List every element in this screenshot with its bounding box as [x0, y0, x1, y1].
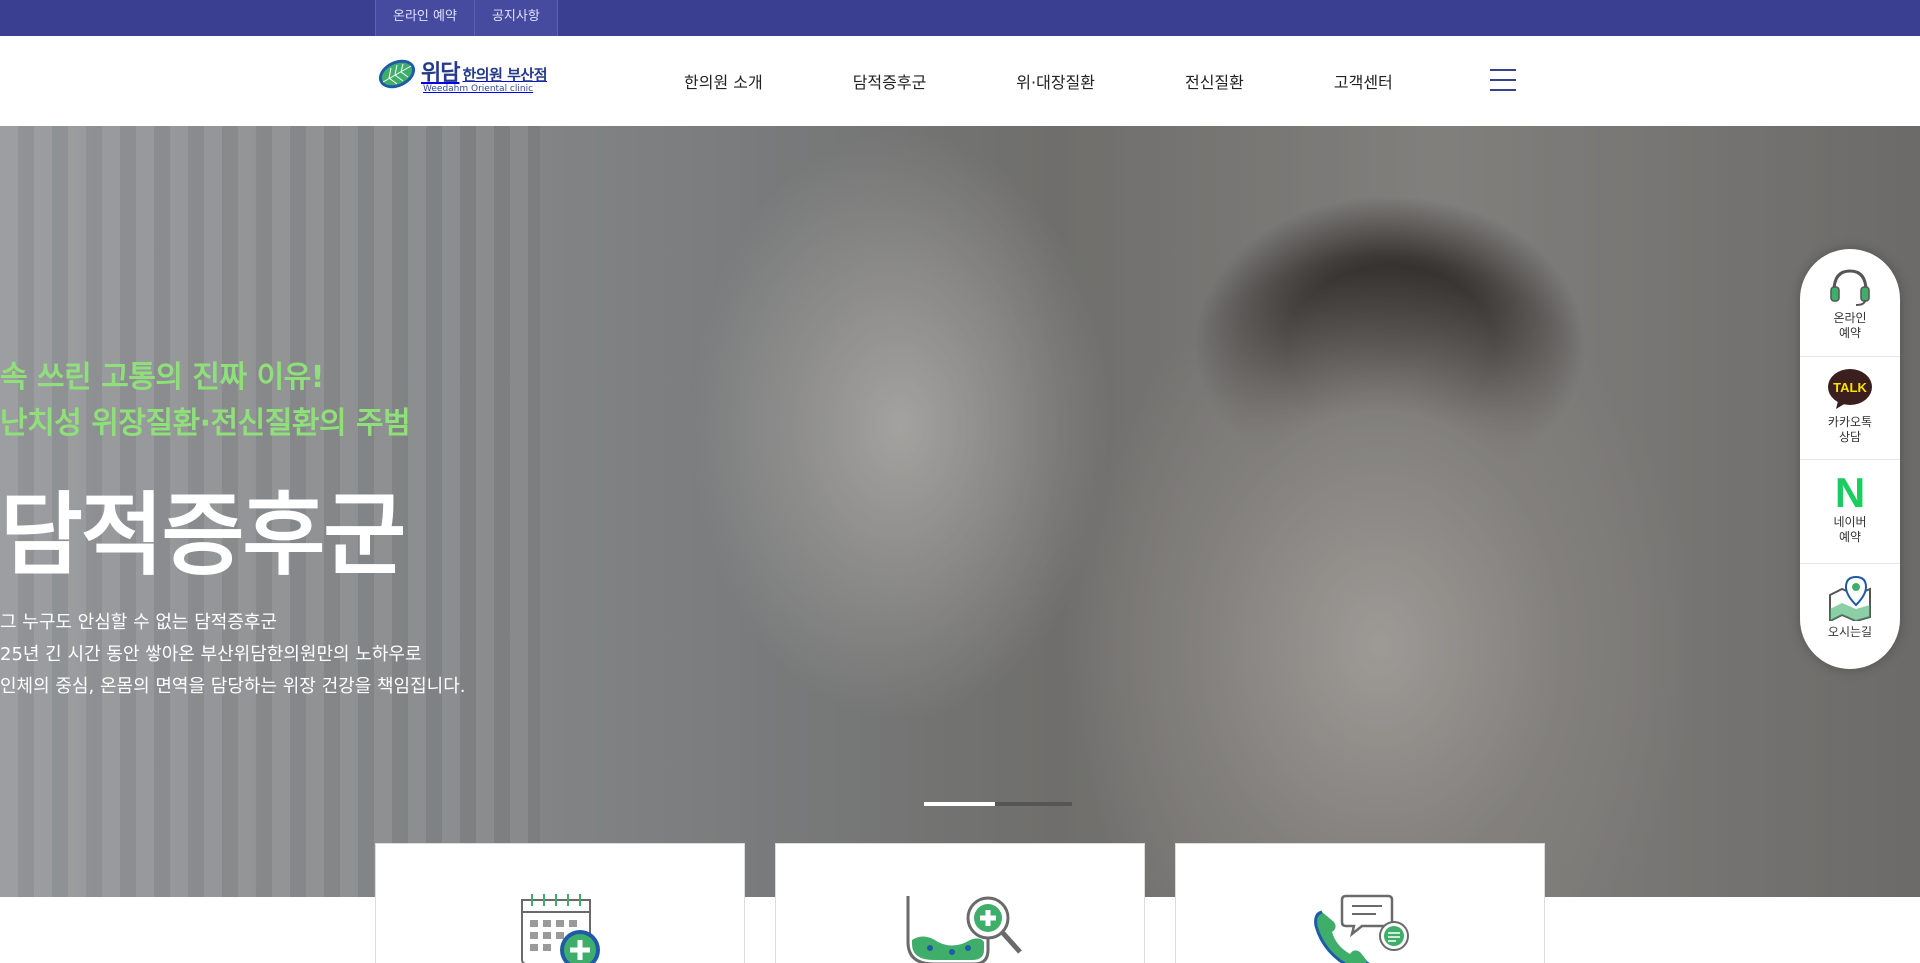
hero-headline: 담적증후군 [0, 483, 406, 588]
hero-description-2: 25년 긴 시간 동안 쌓아온 부산위담한의원만의 노하우로 [0, 644, 422, 665]
quick-naver-label-1: 네이버 [1833, 515, 1867, 529]
quick-menu: 온라인 예약 TALK 카카오톡 상담 N 네이버 예약 오시는길 [1800, 249, 1900, 669]
nav-item-clinic-intro[interactable]: 한의원 소개 [684, 69, 763, 93]
online-reservation-link[interactable]: 온라인 예약 [375, 0, 474, 36]
nav-item-gastro[interactable]: 위·대장질환 [1016, 69, 1095, 93]
quick-card-diagnosis[interactable] [775, 843, 1145, 963]
headset-icon [1830, 269, 1870, 306]
hero-banner: 속 쓰린 고통의 진짜 이유! 난치성 위장질환·전신질환의 주범 담적증후군 … [0, 126, 1920, 897]
logo-main-text: 위담 [421, 60, 460, 86]
slider-progress-active [924, 802, 995, 806]
calendar-plus-icon [521, 894, 600, 963]
quick-naver-reservation[interactable]: N 네이버 예약 [1800, 471, 1900, 545]
nav-item-systemic[interactable]: 전신질환 [1185, 69, 1244, 93]
main-nav: 한의원 소개 담적증후군 위·대장질환 전신질환 고객센터 [684, 36, 1393, 126]
naver-icon: N [1835, 471, 1865, 511]
utility-links: 온라인 예약 공지사항 [375, 0, 558, 36]
hero-description-3: 인체의 중심, 온몸의 면역을 담당하는 위장 건강을 책임집니다. [0, 676, 466, 697]
slider-progress[interactable] [924, 802, 1072, 806]
quick-kakaotalk[interactable]: TALK 카카오톡 상담 [1800, 367, 1900, 445]
quick-card-consultation[interactable] [1175, 843, 1545, 963]
hero-subtitle-1: 속 쓰린 고통의 진짜 이유! [0, 360, 324, 395]
nav-item-customer-center[interactable]: 고객센터 [1334, 69, 1393, 93]
utility-bar: 온라인 예약 공지사항 [0, 0, 1920, 36]
map-pin-icon [1829, 575, 1871, 621]
phone-chat-icon [1314, 894, 1409, 963]
hero-subtitle-2: 난치성 위장질환·전신질환의 주범 [0, 406, 411, 441]
quick-card-reservation[interactable] [375, 843, 745, 963]
site-header: 위담 한의원 부산점 Weedahm Oriental clinic 한의원 소… [0, 36, 1920, 126]
naver-badge: N [1835, 471, 1865, 511]
kakaotalk-badge: TALK [1833, 380, 1867, 395]
hero-description-1: 그 누구도 안심할 수 없는 담적증후군 [0, 612, 278, 633]
leaf-logo-icon [378, 59, 416, 89]
logo-english-text: Weedahm Oriental clinic [423, 83, 534, 94]
quick-online-reservation[interactable]: 온라인 예약 [1800, 267, 1900, 341]
quick-directions[interactable]: 오시는길 [1800, 575, 1900, 640]
hamburger-icon[interactable] [1490, 69, 1516, 91]
stomach-search-icon [906, 896, 1022, 963]
kakaotalk-icon: TALK [1828, 369, 1872, 409]
quick-kakaotalk-label-1: 카카오톡 [1827, 415, 1873, 429]
quick-directions-label: 오시는길 [1827, 625, 1873, 639]
site-logo[interactable]: 위담 한의원 부산점 Weedahm Oriental clinic [375, 54, 548, 94]
nav-item-damjeok[interactable]: 담적증후군 [853, 69, 927, 93]
logo-sub-text: 한의원 부산점 [462, 65, 548, 84]
notice-link[interactable]: 공지사항 [473, 0, 558, 36]
quick-online-reservation-label-1: 온라인 [1833, 311, 1867, 325]
quick-kakaotalk-label-2: 상담 [1838, 430, 1862, 444]
quick-naver-label-2: 예약 [1838, 530, 1862, 544]
quick-online-reservation-label-2: 예약 [1838, 326, 1862, 340]
